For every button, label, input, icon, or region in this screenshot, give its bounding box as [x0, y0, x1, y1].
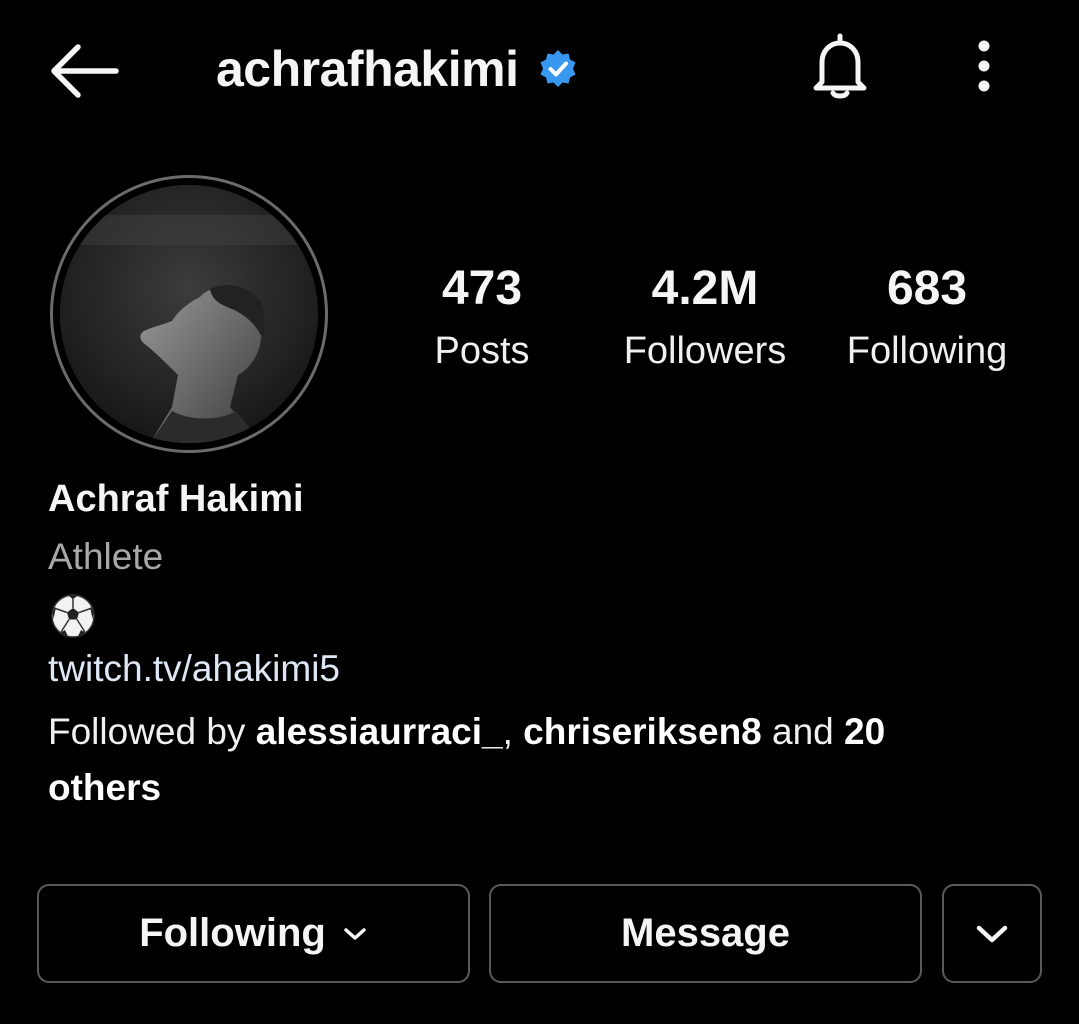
chevron-down-icon — [976, 925, 1008, 942]
notifications-button[interactable] — [804, 30, 876, 102]
mutual-user-1[interactable]: alessiaurraci_ — [256, 711, 503, 752]
bell-icon — [813, 33, 867, 99]
back-button[interactable] — [46, 40, 120, 102]
followers-stat[interactable]: 4.2M Followers — [605, 258, 805, 382]
bio-link[interactable]: twitch.tv/ahakimi5 — [48, 648, 340, 690]
profile-photo — [60, 185, 318, 443]
verified-badge-icon — [540, 50, 576, 87]
mutual-user-2[interactable]: chriseriksen8 — [523, 711, 762, 752]
soccer-ball-icon — [51, 594, 95, 638]
avatar[interactable] — [60, 185, 318, 443]
following-stat[interactable]: 683 Following — [832, 258, 1022, 382]
followed-by-separator: , — [502, 711, 524, 752]
arrow-left-icon — [51, 44, 119, 98]
following-label: Following — [846, 330, 1008, 372]
mutual-others[interactable]: others — [48, 767, 161, 808]
mutual-count[interactable]: 20 — [844, 711, 885, 752]
followed-by-prefix: Followed by — [48, 711, 256, 752]
followed-by-connector: and — [761, 711, 845, 752]
followed-by-text: Followed by alessiaurraci_, chriseriksen… — [48, 704, 1008, 816]
following-button[interactable]: Following — [37, 884, 470, 983]
header-title: achrafhakimi — [216, 36, 578, 102]
following-count: 683 — [886, 262, 968, 315]
more-vertical-icon — [978, 40, 990, 92]
followers-count: 4.2M — [651, 262, 759, 315]
username: achrafhakimi — [216, 41, 519, 97]
display-name: Achraf Hakimi — [48, 478, 304, 520]
suggested-accounts-button[interactable] — [942, 884, 1042, 983]
message-button[interactable]: Message — [489, 884, 922, 983]
category-label: Athlete — [48, 536, 164, 577]
posts-label: Posts — [434, 330, 530, 372]
posts-count: 473 — [441, 262, 523, 315]
following-button-label: Following — [139, 911, 326, 955]
more-options-button[interactable] — [962, 38, 1006, 94]
chevron-down-icon — [344, 927, 366, 940]
followers-label: Followers — [623, 330, 787, 372]
message-button-label: Message — [621, 911, 790, 955]
posts-stat[interactable]: 473 Posts — [400, 258, 564, 382]
profile-page: achrafhakimi 473 Posts 4.2M Followers 68… — [0, 0, 1079, 1024]
